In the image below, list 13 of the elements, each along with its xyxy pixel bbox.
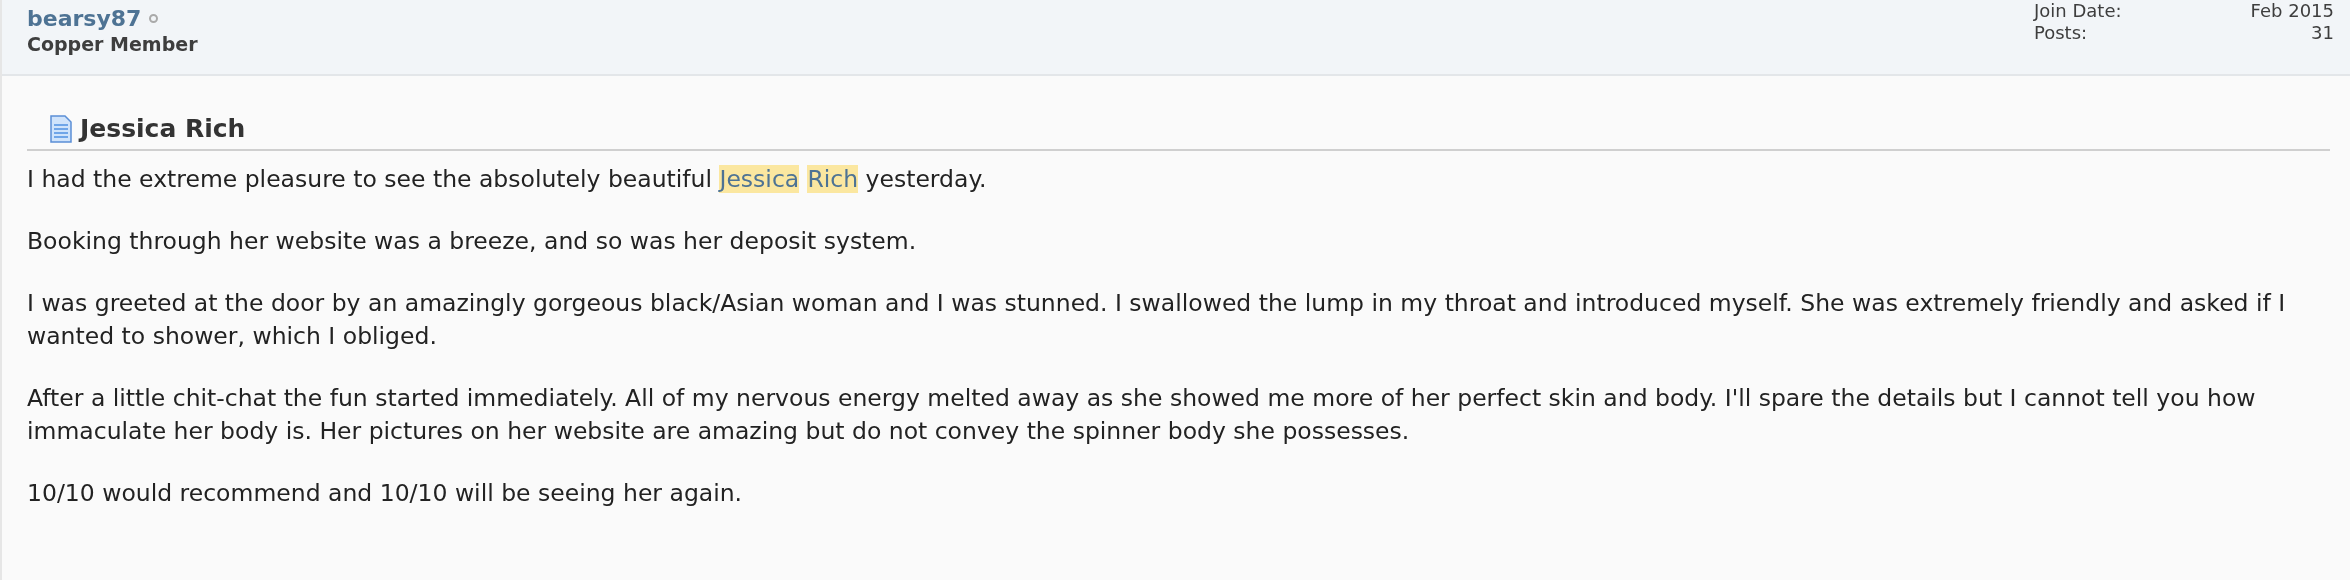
post-paragraph: Booking through her website was a breeze, and so was her deposit system. xyxy=(27,226,918,257)
stat-label: Join Date: xyxy=(2034,0,2122,22)
stat-label: Posts: xyxy=(2034,22,2088,44)
post-title: Jessica Rich xyxy=(80,114,246,143)
document-icon xyxy=(50,114,72,143)
post-paragraph: I had the extreme pleasure to see the absolutely beautiful Jessica Rich yesterday. xyxy=(27,164,988,195)
stat-value: Feb 2015 xyxy=(2250,0,2334,22)
username-link[interactable]: bearsy87 xyxy=(27,6,142,31)
post-paragraph: After a little chit-chat the fun started immediately. All of my nervous energy melted away as she showed me more of her perfect skin and body. I'll spare the details but I cannot tell you how immaculate her body is. Her pictures on her website are amazing but do not convey the spinner body she possesses. xyxy=(27,383,2257,447)
post-paragraph: 10/10 would recommend and 10/10 will be seeing her again. xyxy=(27,478,744,509)
stat-value: 31 xyxy=(2311,22,2334,44)
post-paragraph: I was greeted at the door by an amazingly gorgeous black/Asian woman and I was stunned. I swallowed the lump in my throat and introduced myself. She was extremely friendly and asked if I wanted to shower, which I obliged. xyxy=(27,288,2287,352)
user-rank: Copper Member xyxy=(27,33,198,55)
